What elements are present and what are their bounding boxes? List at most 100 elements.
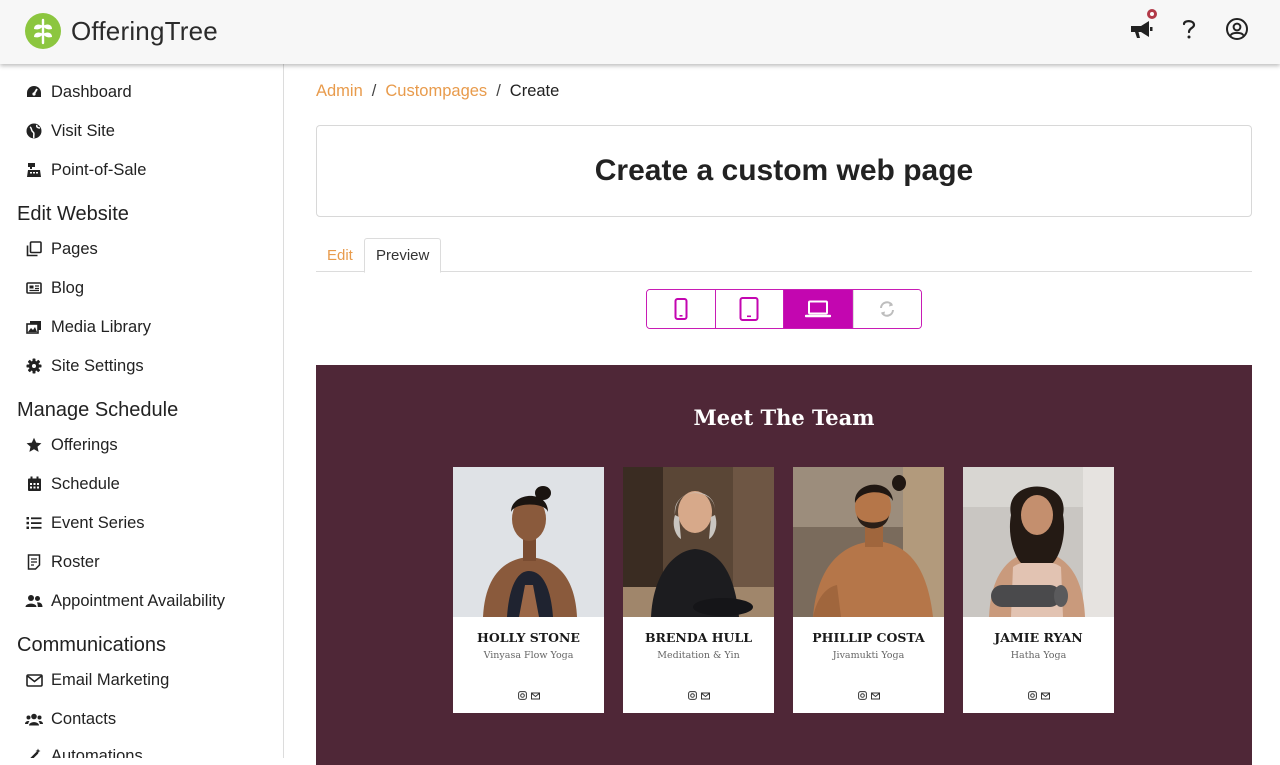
sidebar-item-offerings[interactable]: Offerings bbox=[24, 433, 118, 457]
star-icon bbox=[24, 436, 44, 454]
sidebar-item-label: Dashboard bbox=[51, 82, 132, 101]
section-heading-edit-website: Edit Website bbox=[17, 203, 129, 225]
tab-preview[interactable]: Preview bbox=[364, 238, 442, 273]
mobile-icon bbox=[674, 298, 688, 320]
page-preview: Meet The Team HOLLY STONE Vinyasa Flow Y… bbox=[316, 365, 1252, 765]
sidebar-item-appointment-availability[interactable]: Appointment Availability bbox=[24, 589, 225, 613]
sidebar-item-label: Media Library bbox=[51, 317, 151, 336]
tablet-icon bbox=[739, 297, 759, 321]
breadcrumb-current: Create bbox=[509, 82, 560, 100]
instagram-icon[interactable] bbox=[517, 691, 527, 700]
sidebar-item-roster[interactable]: Roster bbox=[24, 550, 100, 574]
user-circle-icon bbox=[1226, 18, 1248, 40]
refresh-preview-button[interactable] bbox=[852, 290, 921, 328]
tab-edit[interactable]: Edit bbox=[316, 238, 364, 273]
sidebar-item-label: Blog bbox=[51, 278, 85, 297]
device-preview-toggle bbox=[646, 289, 922, 329]
team-cards: HOLLY STONE Vinyasa Flow Yoga BRENDA HUL… bbox=[453, 467, 1114, 713]
laptop-view-button[interactable] bbox=[784, 290, 853, 328]
sidebar-item-label: Event Series bbox=[51, 513, 145, 532]
sidebar-item-point-of-sale[interactable]: Point-of-Sale bbox=[24, 158, 146, 182]
main-content: Admin / Custompages / Create Create a cu… bbox=[316, 64, 1252, 765]
sidebar-item-contacts[interactable]: Contacts bbox=[24, 707, 116, 731]
editor-tabs: Edit Preview bbox=[316, 238, 1252, 273]
sidebar-item-label: Site Settings bbox=[51, 356, 144, 375]
section-heading-manage-schedule: Manage Schedule bbox=[17, 399, 179, 421]
roster-icon bbox=[24, 553, 44, 571]
refresh-icon bbox=[880, 301, 895, 317]
gear-icon bbox=[24, 357, 44, 375]
users-icon bbox=[24, 592, 44, 610]
dashboard-gauge-icon bbox=[24, 83, 44, 101]
email-icon[interactable] bbox=[1040, 691, 1050, 700]
email-icon[interactable] bbox=[530, 691, 540, 700]
section-heading-communications: Communications bbox=[17, 634, 166, 656]
notification-badge bbox=[1145, 7, 1159, 21]
email-icon[interactable] bbox=[700, 691, 710, 700]
page-title: Create a custom web page bbox=[594, 154, 974, 187]
logo[interactable]: OfferingTree bbox=[24, 12, 218, 50]
instagram-icon[interactable] bbox=[687, 691, 697, 700]
sidebar-item-visit-site[interactable]: Visit Site bbox=[24, 119, 115, 143]
sidebar-item-label: Offerings bbox=[51, 435, 118, 454]
envelope-icon bbox=[24, 671, 44, 689]
magic-wand-icon bbox=[24, 747, 44, 758]
team-member-name: BRENDA HULL bbox=[644, 630, 753, 645]
breadcrumb-custompages-link[interactable]: Custompages bbox=[385, 82, 487, 101]
email-icon[interactable] bbox=[870, 691, 880, 700]
announcements-button[interactable] bbox=[1128, 7, 1159, 42]
team-member-role: Meditation & Yin bbox=[657, 650, 740, 661]
globe-icon bbox=[24, 122, 44, 140]
team-member-name: PHILLIP COSTA bbox=[812, 630, 925, 645]
breadcrumb-admin-link[interactable]: Admin bbox=[316, 82, 363, 101]
sidebar-item-email-marketing[interactable]: Email Marketing bbox=[24, 668, 169, 692]
sidebar-item-event-series[interactable]: Event Series bbox=[24, 511, 145, 535]
team-member-role: Vinyasa Flow Yoga bbox=[483, 650, 574, 661]
team-member-role: Jivamukti Yoga bbox=[832, 650, 905, 661]
instagram-icon[interactable] bbox=[857, 691, 867, 700]
logo-leaf-icon bbox=[25, 13, 61, 49]
breadcrumb-separator: / bbox=[496, 82, 501, 100]
page-title-card: Create a custom web page bbox=[316, 125, 1252, 217]
sidebar-item-label: Contacts bbox=[51, 709, 117, 728]
sidebar-item-label: Visit Site bbox=[51, 121, 115, 140]
team-member-role: Hatha Yoga bbox=[1010, 650, 1067, 661]
sidebar-item-schedule[interactable]: Schedule bbox=[24, 472, 120, 496]
tablet-view-button[interactable] bbox=[715, 290, 784, 328]
team-card: JAMIE RYAN Hatha Yoga bbox=[963, 467, 1114, 713]
sidebar-item-label: Appointment Availability bbox=[51, 591, 225, 610]
breadcrumb: Admin / Custompages / Create bbox=[316, 82, 559, 101]
contacts-icon bbox=[24, 710, 44, 728]
team-member-photo bbox=[623, 467, 774, 617]
team-member-name: HOLLY STONE bbox=[477, 630, 580, 645]
pages-icon bbox=[24, 240, 44, 258]
help-button[interactable] bbox=[1176, 16, 1202, 42]
sidebar-item-automations[interactable]: Automations bbox=[24, 744, 143, 758]
laptop-icon bbox=[804, 300, 831, 318]
team-member-name: JAMIE RYAN bbox=[994, 630, 1083, 645]
team-card: HOLLY STONE Vinyasa Flow Yoga bbox=[453, 467, 604, 713]
account-button[interactable] bbox=[1224, 16, 1250, 42]
sidebar-item-label: Pages bbox=[51, 239, 98, 258]
sidebar-item-label: Email Marketing bbox=[51, 670, 170, 689]
instagram-icon[interactable] bbox=[1027, 691, 1037, 700]
sidebar-item-label: Schedule bbox=[51, 474, 120, 493]
team-member-photo bbox=[793, 467, 944, 617]
sidebar-item-site-settings[interactable]: Site Settings bbox=[24, 354, 144, 378]
sidebar-item-label: Roster bbox=[51, 552, 100, 571]
sidebar-item-label: Automations bbox=[51, 746, 143, 759]
list-icon bbox=[24, 514, 44, 532]
sidebar: Dashboard Visit Site Point-of-Sale Edit … bbox=[0, 64, 284, 758]
sidebar-item-label: Point-of-Sale bbox=[51, 160, 147, 179]
breadcrumb-separator: / bbox=[371, 82, 377, 100]
team-member-photo bbox=[453, 467, 604, 617]
top-bar: OfferingTree bbox=[0, 0, 1280, 64]
mobile-view-button[interactable] bbox=[647, 290, 716, 328]
question-icon bbox=[1182, 20, 1196, 39]
sidebar-item-blog[interactable]: Blog bbox=[24, 276, 84, 300]
sidebar-item-pages[interactable]: Pages bbox=[24, 237, 98, 261]
cash-register-icon bbox=[24, 161, 44, 179]
sidebar-item-media-library[interactable]: Media Library bbox=[24, 315, 151, 339]
sidebar-item-dashboard[interactable]: Dashboard bbox=[24, 80, 132, 104]
megaphone-icon bbox=[1131, 21, 1153, 38]
